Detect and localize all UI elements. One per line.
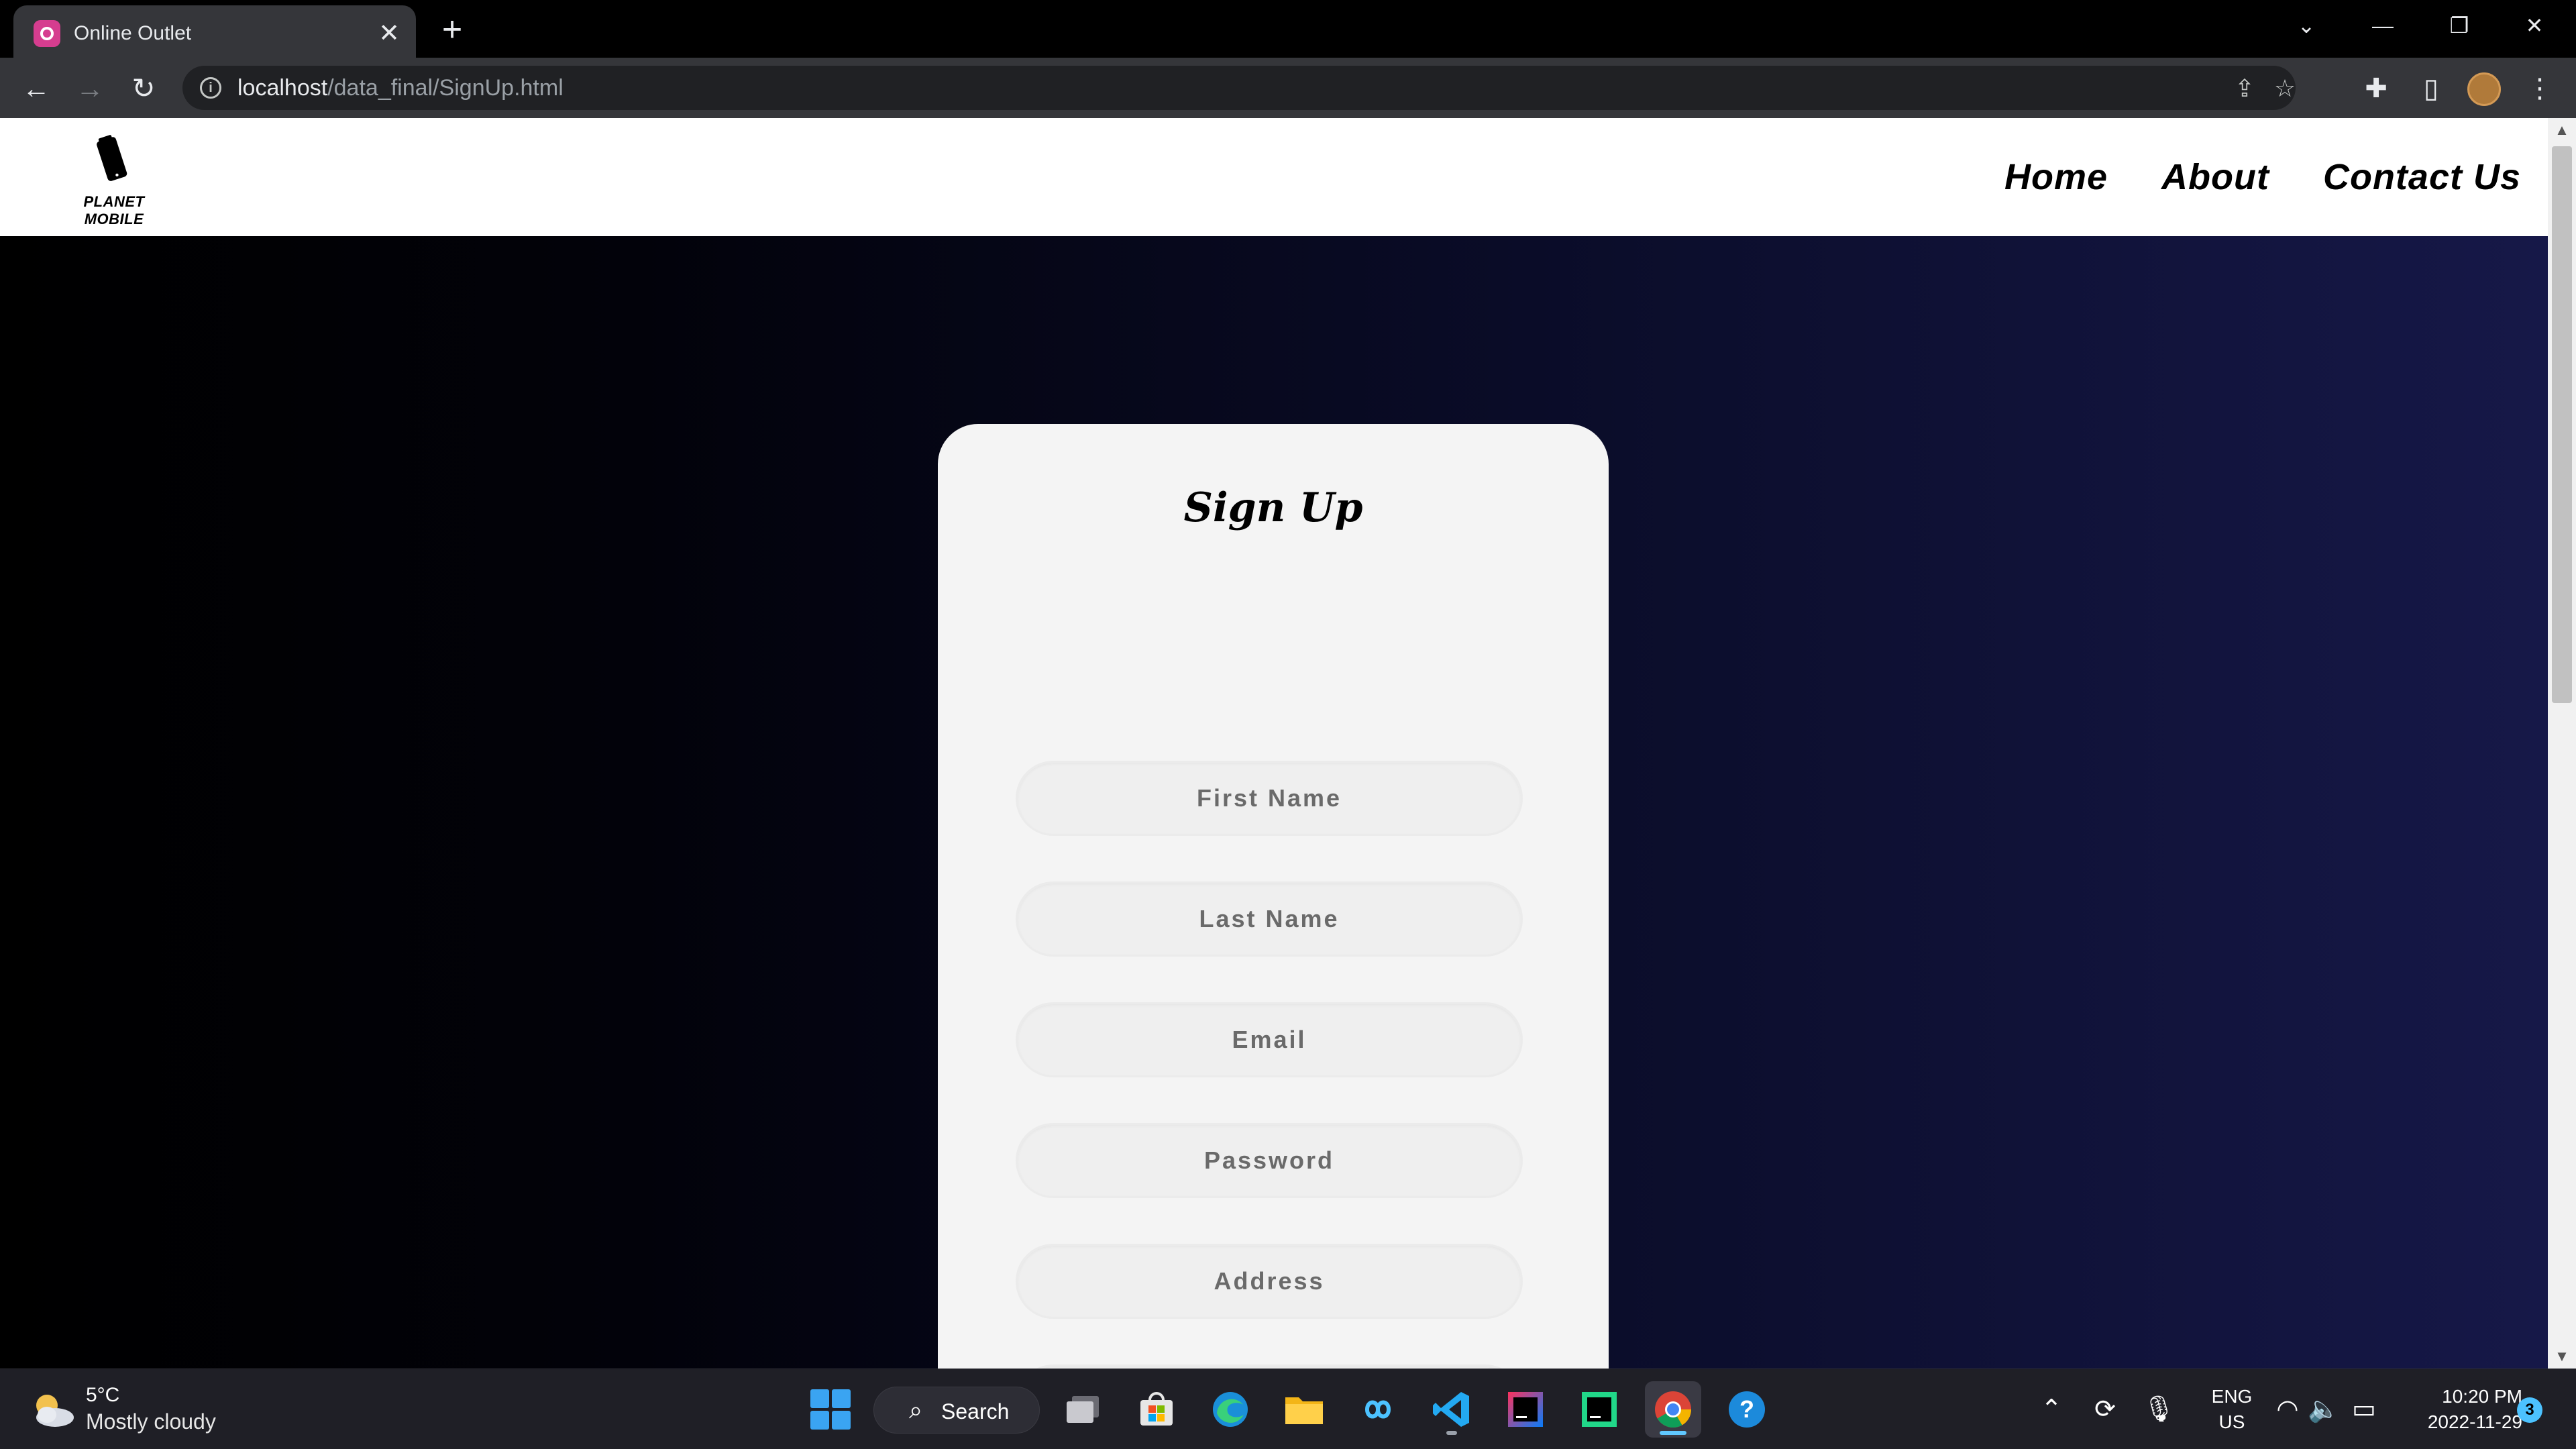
site-info-icon[interactable]: i bbox=[200, 77, 221, 99]
bookmark-star-icon[interactable]: ☆ bbox=[2271, 75, 2298, 102]
infinity-icon bbox=[1364, 1400, 1391, 1419]
start-button[interactable] bbox=[802, 1381, 859, 1438]
language-code: ENG bbox=[2211, 1386, 2253, 1407]
meta-app-button[interactable] bbox=[1350, 1381, 1406, 1438]
system-clock[interactable]: 10:20 PM 2022-11-29 bbox=[2402, 1384, 2522, 1435]
edge-icon bbox=[1213, 1392, 1248, 1427]
svg-text:?: ? bbox=[1739, 1395, 1754, 1423]
scroll-down-arrow-icon[interactable]: ▼ bbox=[2548, 1344, 2576, 1368]
help-icon: ? bbox=[1729, 1391, 1765, 1428]
region-code: US bbox=[2218, 1411, 2245, 1432]
profile-avatar[interactable] bbox=[2467, 72, 2501, 106]
new-tab-icon[interactable]: + bbox=[435, 12, 470, 47]
page-scrollbar[interactable]: ▲ ▼ bbox=[2548, 118, 2576, 1368]
signup-title: Sign Up bbox=[1183, 484, 1363, 531]
battery-icon[interactable]: ▭ bbox=[2348, 1393, 2380, 1426]
menu-kebab-icon[interactable]: ⋮ bbox=[2521, 70, 2559, 107]
clock-date: 2022-11-29 bbox=[2427, 1411, 2522, 1432]
online-outlet-logo-icon bbox=[34, 20, 60, 47]
minimize-icon[interactable]: — bbox=[2361, 7, 2404, 44]
intellij-button[interactable] bbox=[1497, 1381, 1554, 1438]
address-bar[interactable]: i localhost/data_final/SignUp.html ⇪ ☆ bbox=[182, 66, 2296, 110]
first-name-field[interactable] bbox=[1016, 761, 1523, 836]
weather-cloudy-moon-icon[interactable] bbox=[27, 1387, 78, 1434]
windows-logo-icon bbox=[810, 1389, 851, 1430]
close-window-icon[interactable]: ✕ bbox=[2513, 7, 2556, 44]
chrome-button[interactable] bbox=[1645, 1381, 1701, 1438]
address-field[interactable] bbox=[1016, 1244, 1523, 1319]
share-icon[interactable]: ⇪ bbox=[2231, 75, 2258, 102]
site-nav: Home About Contact Us bbox=[2004, 118, 2521, 236]
windows-taskbar: 5°C Mostly cloudy ⌕ Search ? ⌃ ⟳ 🎙 ENG U… bbox=[0, 1368, 2576, 1449]
logo-text: PLANET MOBILE bbox=[83, 193, 145, 227]
pycharm-button[interactable] bbox=[1571, 1381, 1627, 1438]
notification-badge[interactable]: 3 bbox=[2517, 1397, 2542, 1423]
chrome-icon bbox=[1655, 1391, 1691, 1428]
nav-home-link[interactable]: Home bbox=[2004, 156, 2108, 198]
chevron-up-icon[interactable]: ⌃ bbox=[2035, 1393, 2068, 1426]
extensions-icon[interactable]: ✚ bbox=[2357, 70, 2395, 107]
site-header: PLANET MOBILE Home About Contact Us bbox=[0, 118, 2548, 236]
browser-toolbar: ← → ↻ i localhost/data_final/SignUp.html… bbox=[0, 58, 2576, 118]
scrollbar-thumb[interactable] bbox=[2552, 146, 2572, 703]
microsoft-store-icon bbox=[1140, 1392, 1173, 1426]
help-button[interactable]: ? bbox=[1719, 1381, 1775, 1438]
edge-browser-button[interactable] bbox=[1202, 1381, 1258, 1438]
url-text[interactable]: localhost/data_final/SignUp.html bbox=[237, 76, 564, 100]
volume-icon[interactable]: 🔈 bbox=[2308, 1393, 2340, 1426]
file-explorer-button[interactable] bbox=[1276, 1381, 1332, 1438]
weather-description: Mostly cloudy bbox=[86, 1409, 216, 1434]
language-indicator[interactable]: ENG US bbox=[2202, 1384, 2262, 1435]
email-field[interactable] bbox=[1016, 1002, 1523, 1077]
tab-search-icon[interactable]: ⌄ bbox=[2285, 7, 2328, 44]
folder-icon bbox=[1285, 1397, 1323, 1424]
site-logo[interactable]: PLANET MOBILE bbox=[54, 134, 174, 227]
reload-icon[interactable]: ↻ bbox=[125, 70, 162, 107]
phone-icon bbox=[97, 135, 127, 181]
restore-icon[interactable]: ❐ bbox=[2438, 7, 2481, 44]
last-name-field[interactable] bbox=[1016, 881, 1523, 957]
task-view-button[interactable] bbox=[1055, 1381, 1111, 1438]
nav-about-link[interactable]: About bbox=[2161, 156, 2269, 198]
vscode-button[interactable] bbox=[1424, 1381, 1480, 1438]
url-host: localhost bbox=[237, 75, 328, 101]
running-indicator bbox=[1446, 1431, 1457, 1435]
page-viewport: PLANET MOBILE Home About Contact Us Sign… bbox=[0, 118, 2548, 1368]
url-path: /data_final/SignUp.html bbox=[327, 75, 564, 101]
search-icon: ⌕ bbox=[909, 1396, 923, 1424]
close-tab-icon[interactable]: ✕ bbox=[374, 19, 404, 48]
browser-tab-strip: Online Outlet ✕ + ⌄ — ❐ ✕ bbox=[0, 0, 2576, 58]
pycharm-icon bbox=[1582, 1392, 1617, 1427]
vscode-icon bbox=[1433, 1392, 1469, 1427]
microsoft-store-button[interactable] bbox=[1128, 1381, 1185, 1438]
scroll-up-arrow-icon[interactable]: ▲ bbox=[2548, 118, 2576, 142]
browser-tab-active[interactable]: Online Outlet ✕ bbox=[13, 5, 416, 58]
intellij-icon bbox=[1508, 1392, 1543, 1427]
password-field[interactable] bbox=[1016, 1123, 1523, 1198]
sync-icon[interactable]: ⟳ bbox=[2089, 1393, 2121, 1426]
signup-card: Sign Up bbox=[938, 424, 1609, 1368]
back-icon[interactable]: ← bbox=[17, 70, 55, 107]
nav-contact-link[interactable]: Contact Us bbox=[2323, 156, 2521, 198]
microphone-icon[interactable]: 🎙 bbox=[2143, 1393, 2175, 1426]
taskbar-search-button[interactable]: ⌕ Search bbox=[873, 1387, 1040, 1434]
wifi-icon[interactable]: ◠ bbox=[2271, 1393, 2304, 1426]
side-panel-icon[interactable]: ▯ bbox=[2412, 70, 2450, 107]
active-app-indicator bbox=[1660, 1431, 1686, 1435]
clock-time: 10:20 PM bbox=[2442, 1386, 2522, 1407]
forward-icon[interactable]: → bbox=[71, 70, 109, 107]
search-label: Search bbox=[941, 1399, 1010, 1424]
task-view-icon bbox=[1067, 1396, 1099, 1423]
weather-temperature: 5°C bbox=[86, 1384, 120, 1406]
tab-title: Online Outlet bbox=[74, 22, 192, 44]
